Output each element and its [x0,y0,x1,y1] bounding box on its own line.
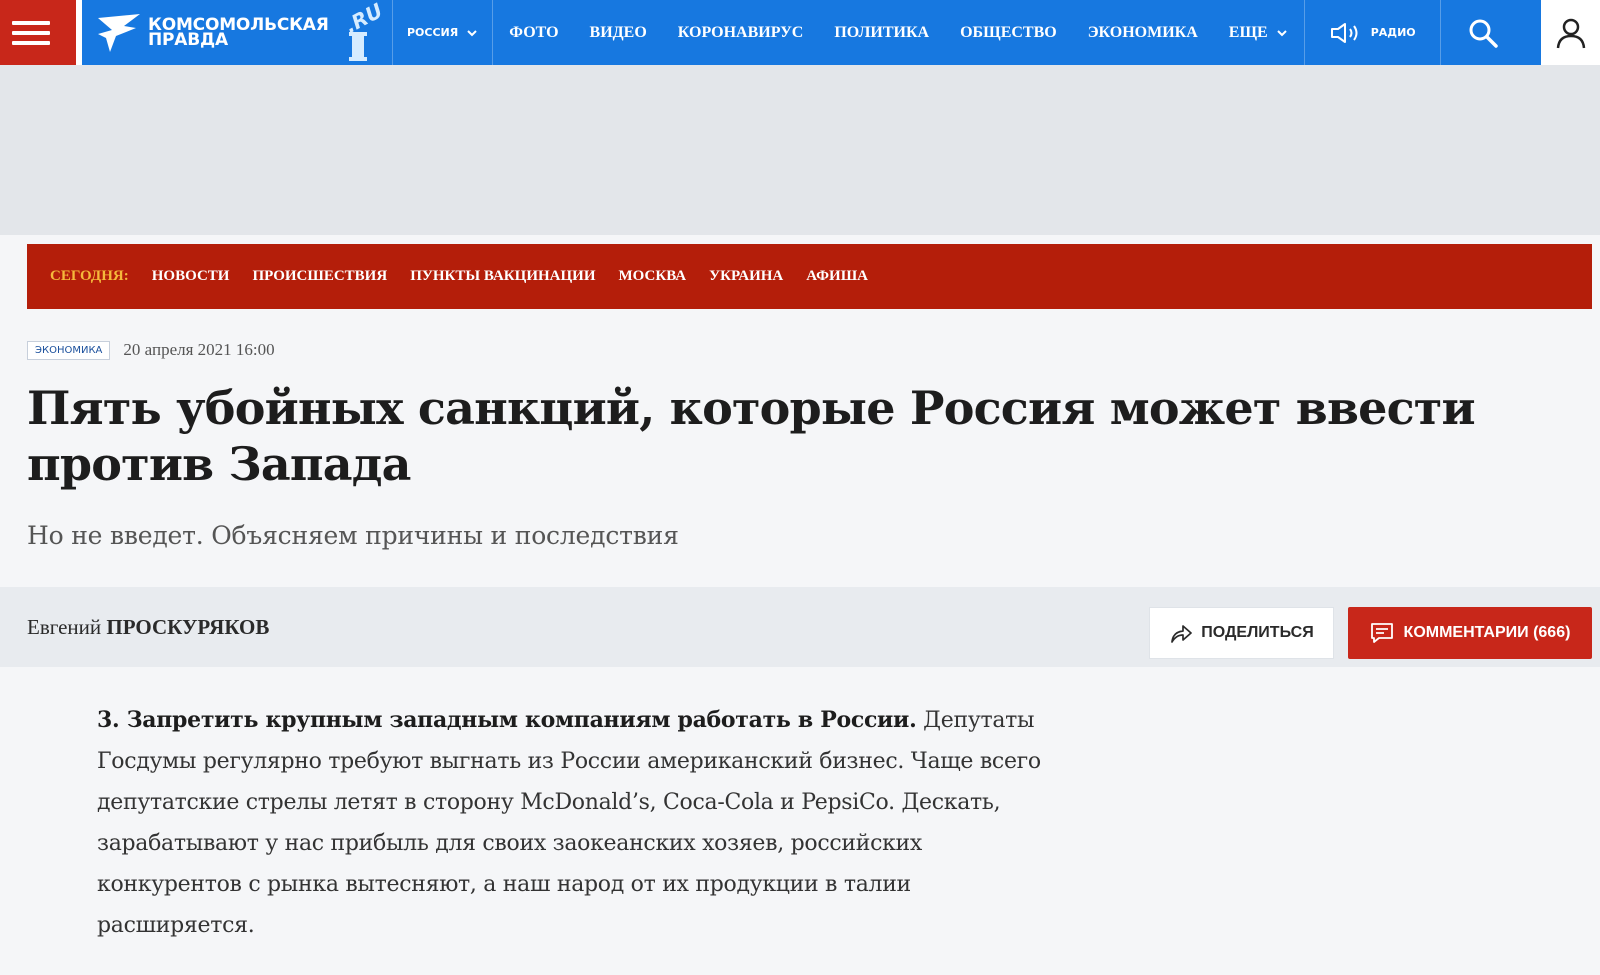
today-link-news[interactable]: Новости [152,268,230,285]
speaker-icon [1330,22,1358,43]
paragraph-lead: 3. Запретить крупным западным компаниям … [97,707,917,733]
today-bar: Сегодня: Новости Происшествия Пункты вак… [27,244,1592,309]
nav-economy[interactable]: Экономика [1088,24,1198,42]
menu-icon[interactable] [0,0,76,65]
user-button[interactable] [1541,0,1600,65]
today-link-ukraine[interactable]: Украина [709,268,783,285]
nav-politics[interactable]: Политика [834,24,929,42]
site-logo[interactable]: Комсомольская правда .RU [82,0,392,65]
share-icon [1171,625,1193,643]
ad-banner [0,65,1600,235]
comments-label: Комментарии (666) [1403,624,1571,641]
share-label: Поделиться [1201,624,1314,641]
today-link-afisha[interactable]: Афиша [806,268,868,285]
rubric-badge[interactable]: Экономика [27,340,111,360]
chevron-down-icon [467,29,477,36]
nav-coronavirus[interactable]: Коронавирус [678,24,804,42]
author-bar: Евгений ПРОСКУРЯКОВ Поделиться Комментар… [0,587,1600,667]
main-navbar: Комсомольская правда .RU Россия Фото Вид… [82,0,1541,65]
column-icon [349,32,367,61]
author-last-name: ПРОСКУРЯКОВ [106,615,270,639]
bird-logo-icon [98,13,140,52]
logo-text: Комсомольская правда [148,16,329,50]
radio-button[interactable]: Радио [1305,0,1440,65]
region-selector[interactable]: Россия [393,0,492,65]
nav-more-label: Еще [1228,23,1268,41]
publish-date: 20 апреля 2021 16:00 [123,340,275,359]
site-header: Комсомольская правда .RU Россия Фото Вид… [0,0,1600,65]
today-link-vaccination[interactable]: Пункты вакцинации [410,268,595,285]
today-link-moscow[interactable]: Москва [619,268,687,285]
nav-society[interactable]: Общество [960,24,1057,42]
paragraph-text: Депутаты Госдумы регулярно требуют выгна… [97,708,1041,938]
nav-video[interactable]: Видео [590,24,647,42]
search-icon [1469,19,1498,48]
author-name[interactable]: Евгений ПРОСКУРЯКОВ [27,615,269,640]
nav-more[interactable]: Еще [1229,24,1288,42]
section-nav: Фото Видео Коронавирус Политика Общество… [493,0,1303,65]
today-link-incidents[interactable]: Происшествия [252,268,387,285]
comment-icon [1370,623,1393,643]
article-meta: Экономика 20 апреля 2021 16:00 [27,340,275,360]
article-title: Пять убойных санкций, которые Россия мож… [27,381,1476,491]
radio-label: Радио [1370,26,1416,39]
logo-line-2: правда [148,29,228,50]
search-button[interactable] [1441,0,1525,65]
region-label: Россия [407,26,459,39]
author-first-name: Евгений [27,615,102,639]
today-label: Сегодня: [50,268,129,284]
article-paragraph: 3. Запретить крупным западным компаниям … [97,700,1057,946]
share-button[interactable]: Поделиться [1149,607,1334,659]
comments-button[interactable]: Комментарии (666) [1348,607,1592,659]
user-icon [1556,18,1585,48]
nav-photo[interactable]: Фото [509,24,558,42]
article-subtitle: Но не введет. Объясняем причины и послед… [27,521,679,550]
chevron-down-icon [1277,29,1287,36]
